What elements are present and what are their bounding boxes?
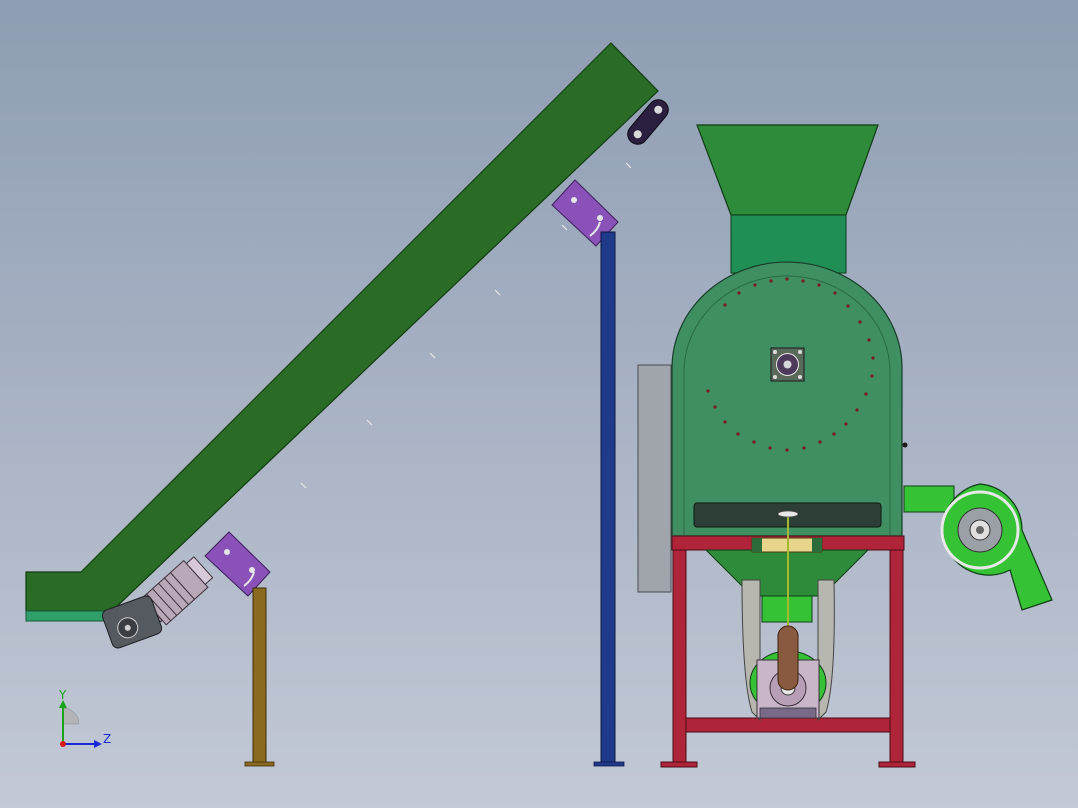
coordinate-triad: Y Z [58,688,111,748]
inclined-conveyor[interactable] [25,42,672,622]
main-drive-motor[interactable] [749,625,827,719]
conveyor-foot-plate [25,610,113,622]
side-control-panel [637,364,672,593]
conveyor-body [25,42,659,612]
drum-center-bearing [770,347,805,382]
triad-x-axis [60,741,66,747]
triad-y-label: Y [58,688,67,702]
triad-z-label: Z [103,732,111,746]
blue-support-leg [600,231,616,765]
drum-housing[interactable] [671,261,908,537]
machine-drawing: Y Z [25,42,1053,768]
feed-hopper [696,124,879,216]
exhaust-blower[interactable] [903,483,1053,611]
lower-support-bracket[interactable] [204,531,271,597]
brown-support-leg [252,587,267,765]
cad-viewport[interactable]: Y Z [0,0,1078,808]
